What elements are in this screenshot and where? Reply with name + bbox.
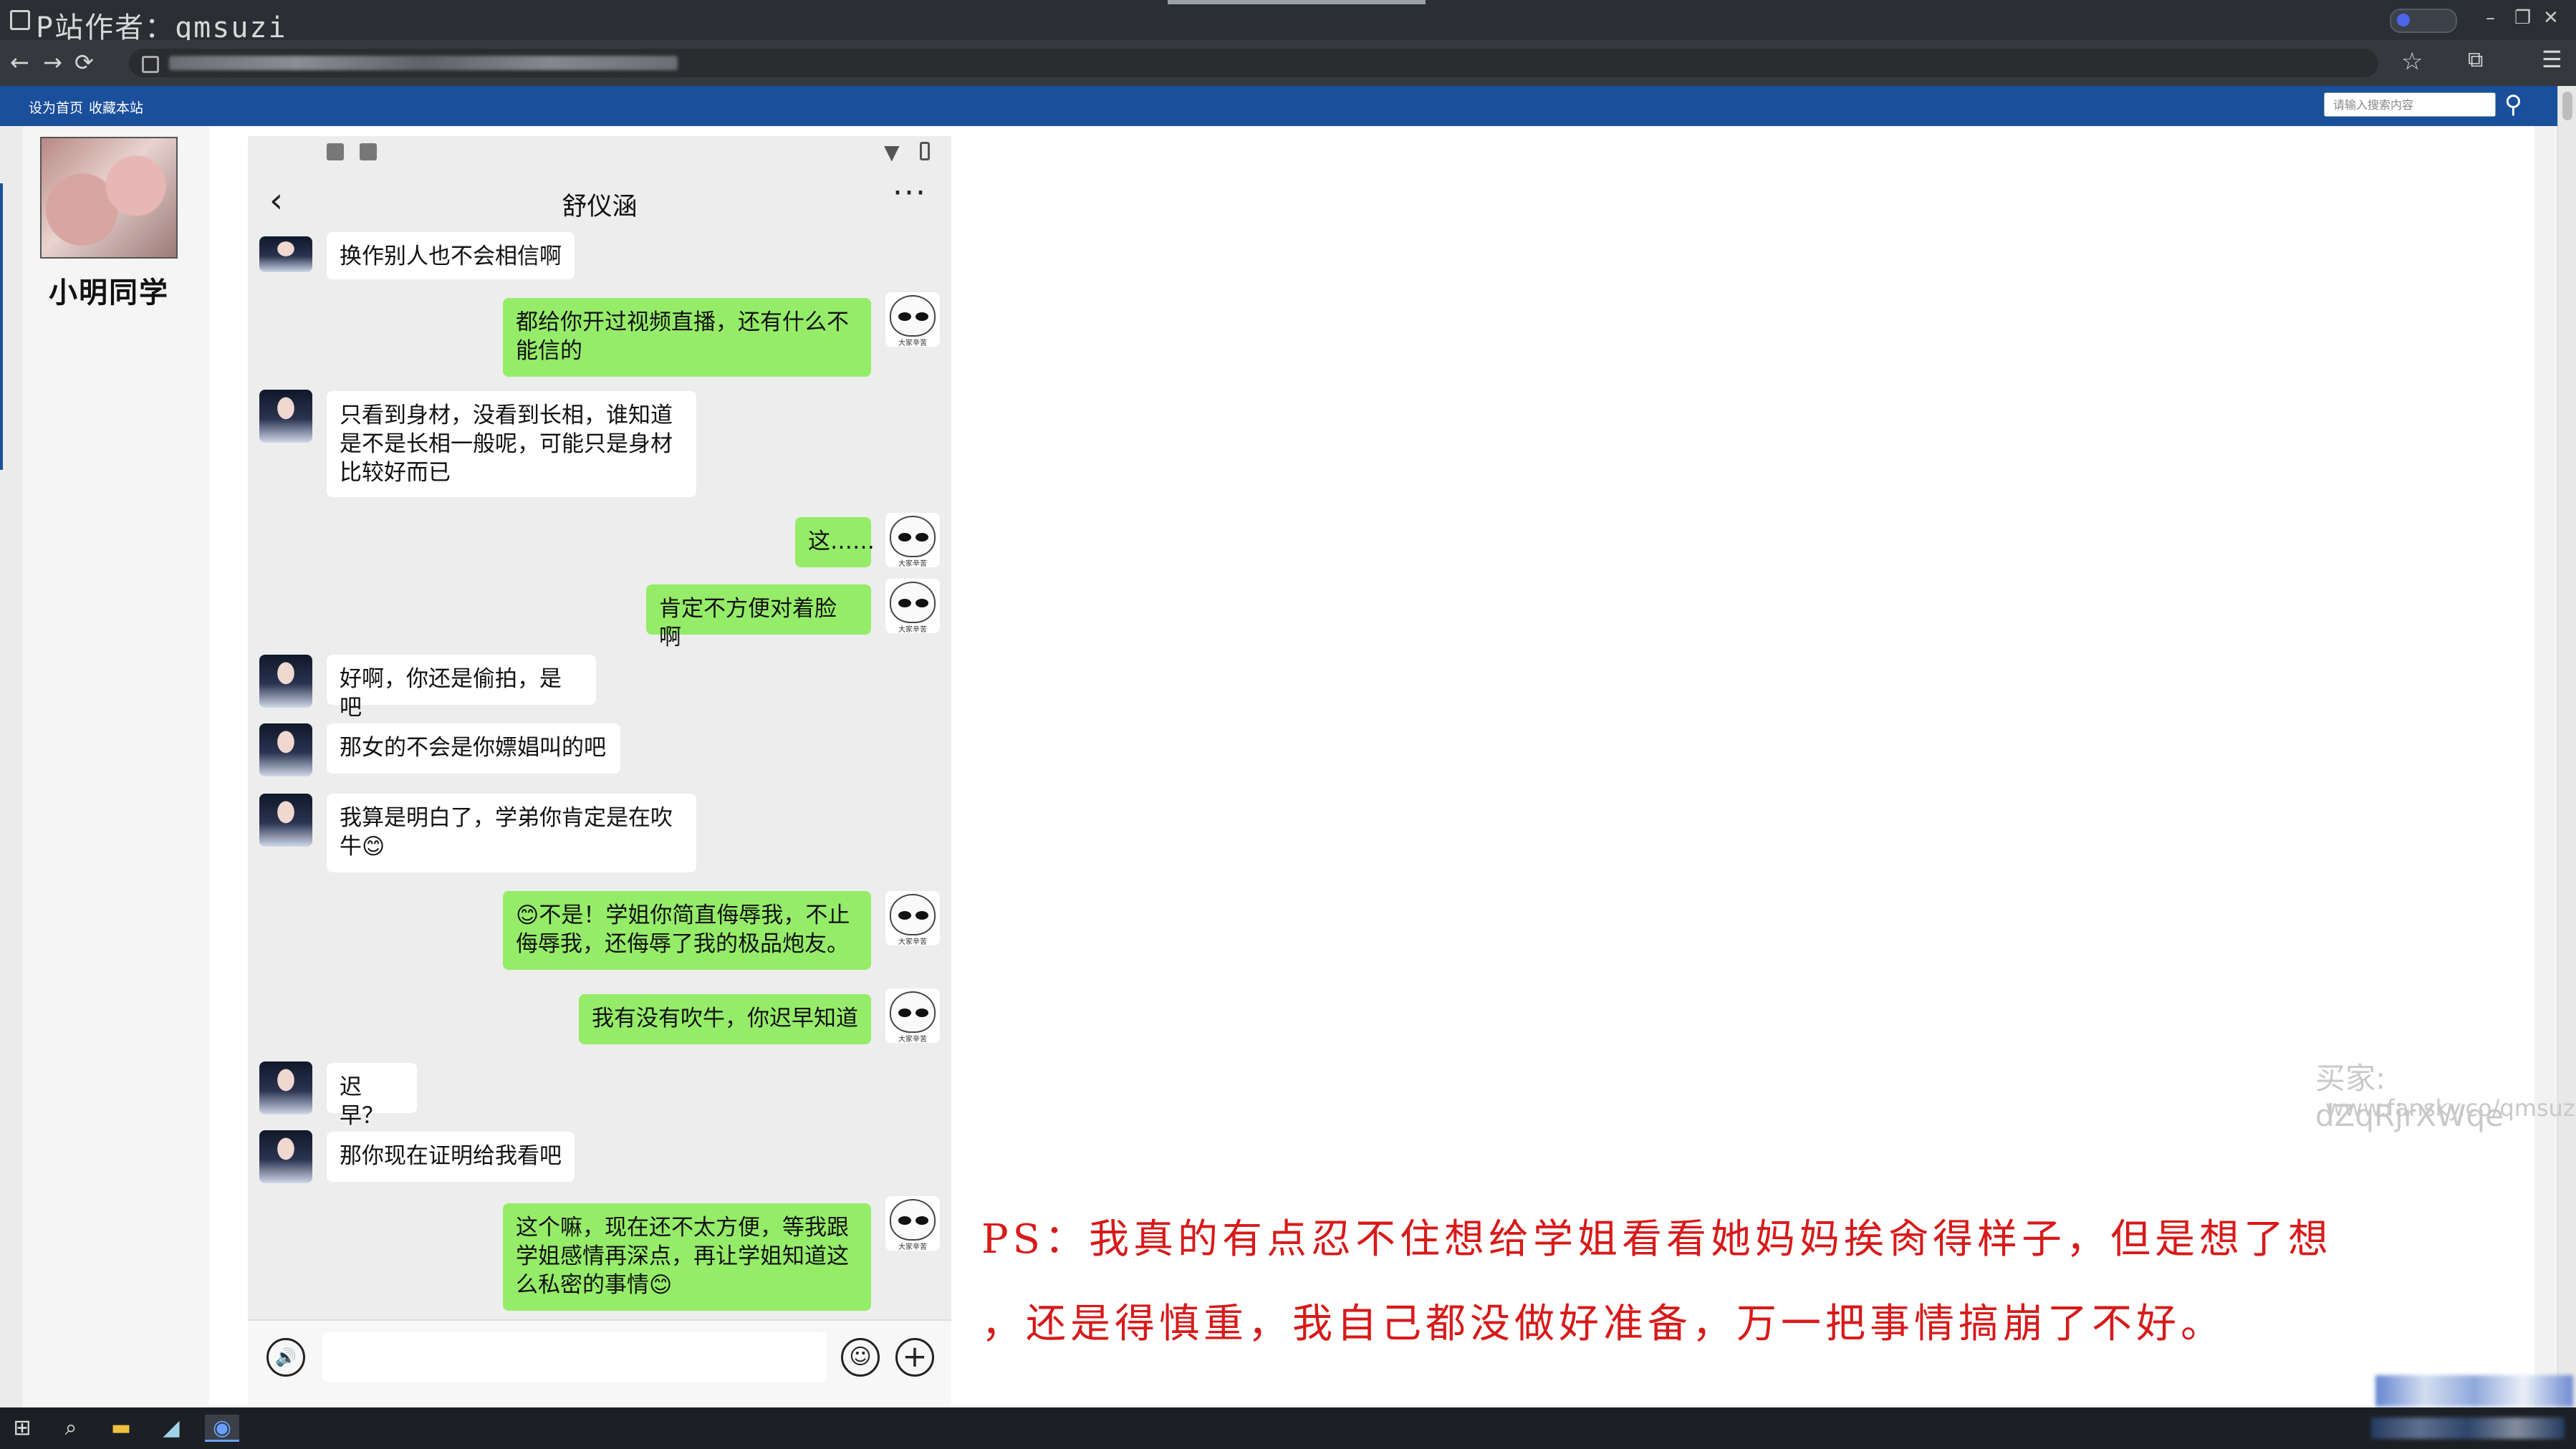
profile-column: 小明同学 bbox=[23, 126, 209, 1407]
site-header: 设为首页 收藏本站 请输入搜索内容 ⚲ bbox=[0, 86, 2557, 126]
message-bubble-sent: 😊不是！学姐你简直侮辱我，不止 侮辱我，还侮辱了我的极品炮友。 bbox=[503, 891, 871, 970]
emoji-icon[interactable]: ☺ bbox=[841, 1338, 880, 1377]
message-bubble-received: 换作别人也不会相信啊 bbox=[327, 232, 575, 279]
start-icon[interactable]: ⊞ bbox=[9, 1415, 36, 1442]
my-avatar[interactable]: 大家辛苦 bbox=[885, 1196, 940, 1251]
contact-avatar[interactable] bbox=[259, 655, 312, 708]
browser-taskbar-icon[interactable]: ◉ bbox=[205, 1415, 239, 1442]
system-tray bbox=[2371, 1417, 2565, 1439]
ps-note-line-2: ，还是得慎重，我自己都没做好准备，万一把事情搞崩了不好。 bbox=[981, 1301, 2225, 1347]
site-search-input[interactable]: 请输入搜索内容 bbox=[2324, 92, 2496, 117]
wifi-icon: ▼ bbox=[884, 140, 900, 164]
scrollbar-thumb[interactable] bbox=[2562, 92, 2572, 120]
extensions-icon[interactable]: ⧉ bbox=[2468, 47, 2483, 72]
chat-header: ‹ 舒仪涵 ··· bbox=[248, 168, 951, 239]
file-explorer-icon[interactable]: ▬ bbox=[107, 1415, 135, 1442]
notification-status-icon bbox=[360, 143, 377, 160]
tab-strip-blur bbox=[1168, 0, 1426, 4]
browser-menu-icon[interactable]: ☰ bbox=[2542, 46, 2562, 73]
browser-toolbar: ← → ⟳ ☆ ⧉ ☰ bbox=[0, 40, 2576, 86]
chat-contact-name: 舒仪涵 bbox=[562, 193, 638, 221]
contact-avatar[interactable] bbox=[259, 1130, 312, 1183]
site-info-icon[interactable] bbox=[142, 56, 159, 73]
phone-status-bar: ▼ bbox=[248, 136, 951, 168]
profile-button[interactable] bbox=[2390, 9, 2457, 33]
chat-input-bar: 🔊 ☺ + bbox=[248, 1319, 951, 1407]
message-input[interactable] bbox=[322, 1332, 827, 1382]
contact-avatar[interactable] bbox=[259, 236, 312, 272]
window-titlebar: P站作者：qmsuzi – ❐ ✕ bbox=[0, 0, 2576, 44]
close-button[interactable]: ✕ bbox=[2543, 7, 2559, 29]
app-icon[interactable]: ◢ bbox=[158, 1415, 185, 1442]
forward-icon[interactable]: → bbox=[43, 49, 62, 76]
my-avatar[interactable]: 大家辛苦 bbox=[885, 988, 940, 1043]
left-gutter bbox=[0, 126, 23, 1407]
author-name[interactable]: 小明同学 bbox=[23, 269, 195, 311]
contact-avatar[interactable] bbox=[259, 1062, 312, 1115]
gallery-status-icon bbox=[327, 143, 344, 160]
plus-icon[interactable]: + bbox=[895, 1338, 934, 1377]
phone-chat-screenshot: ▼ ‹ 舒仪涵 ··· 换作别人也不会相信啊 大家辛苦 都给你开过视频直播，还有… bbox=[248, 136, 951, 1407]
message-bubble-sent: 这个嘛，现在还不太方便，等我跟 学姐感情再深点，再让学姐知道这 么私密的事情😊 bbox=[503, 1203, 871, 1311]
message-bubble-received: 那女的不会是你嫖娼叫的吧 bbox=[327, 723, 620, 774]
search-icon[interactable]: ⚲ bbox=[2504, 90, 2522, 119]
app-icon bbox=[10, 10, 30, 30]
my-avatar[interactable]: 大家辛苦 bbox=[885, 891, 940, 945]
message-bubble-received: 只看到身材，没看到长相，谁知道 是不是长相一般呢，可能只是身材 比较好而已 bbox=[327, 391, 696, 497]
contact-avatar[interactable] bbox=[259, 390, 312, 443]
address-bar[interactable] bbox=[129, 49, 2378, 77]
my-avatar[interactable]: 大家辛苦 bbox=[885, 513, 940, 567]
my-avatar[interactable]: 大家辛苦 bbox=[885, 292, 940, 347]
chat-more-icon[interactable]: ··· bbox=[893, 175, 927, 211]
taskbar-search-icon[interactable]: ⌕ bbox=[57, 1415, 85, 1442]
maximize-button[interactable]: ❐ bbox=[2514, 7, 2531, 29]
blurred-patch bbox=[2375, 1375, 2573, 1407]
back-icon[interactable]: ← bbox=[10, 49, 29, 76]
message-bubble-received: 我算是明白了，学弟你肯定是在吹 牛😊 bbox=[327, 794, 696, 872]
battery-icon bbox=[920, 142, 930, 160]
my-avatar[interactable]: 大家辛苦 bbox=[885, 579, 940, 633]
reload-icon[interactable]: ⟳ bbox=[75, 49, 94, 76]
ps-note-line-1: PS：我真的有点忍不住想给学姐看看她妈妈挨肏得样子，但是想了想 bbox=[981, 1216, 2333, 1263]
page-scrollbar[interactable] bbox=[2557, 86, 2576, 1407]
message-bubble-received: 好啊，你还是偷拍，是吧 bbox=[327, 655, 596, 721]
message-bubble-sent: 肯定不方便对着脸啊 bbox=[646, 584, 871, 650]
bookmark-site-link[interactable]: 收藏本站 bbox=[89, 97, 143, 117]
voice-icon[interactable]: 🔊 bbox=[266, 1338, 305, 1377]
buyer-url-watermark: www.fansky.co/qmsuzi bbox=[2325, 1094, 2576, 1122]
message-bubble-sent: 我有没有吹牛，你迟早知道 bbox=[579, 994, 871, 1044]
author-avatar[interactable] bbox=[40, 137, 178, 259]
ps-note: PS：我真的有点忍不住想给学姐看看她妈妈挨肏得样子，但是想了想 ，还是得慎重，我… bbox=[981, 1198, 2486, 1367]
set-homepage-link[interactable]: 设为首页 bbox=[29, 97, 83, 117]
contact-avatar[interactable] bbox=[259, 723, 312, 776]
blurred-url bbox=[169, 56, 678, 70]
message-bubble-sent: 这…… bbox=[795, 517, 875, 567]
message-bubble-received: 那你现在证明给我看吧 bbox=[327, 1132, 575, 1182]
message-bubble-received: 迟早？ bbox=[327, 1063, 417, 1129]
message-bubble-sent: 都给你开过视频直播，还有什么不 能信的 bbox=[503, 298, 871, 377]
taskbar: ⊞ ⌕ ▬ ◢ ◉ bbox=[0, 1407, 2576, 1449]
minimize-button[interactable]: – bbox=[2486, 7, 2495, 29]
contact-avatar[interactable] bbox=[259, 794, 312, 847]
bookmark-star-icon[interactable]: ☆ bbox=[2401, 47, 2423, 76]
